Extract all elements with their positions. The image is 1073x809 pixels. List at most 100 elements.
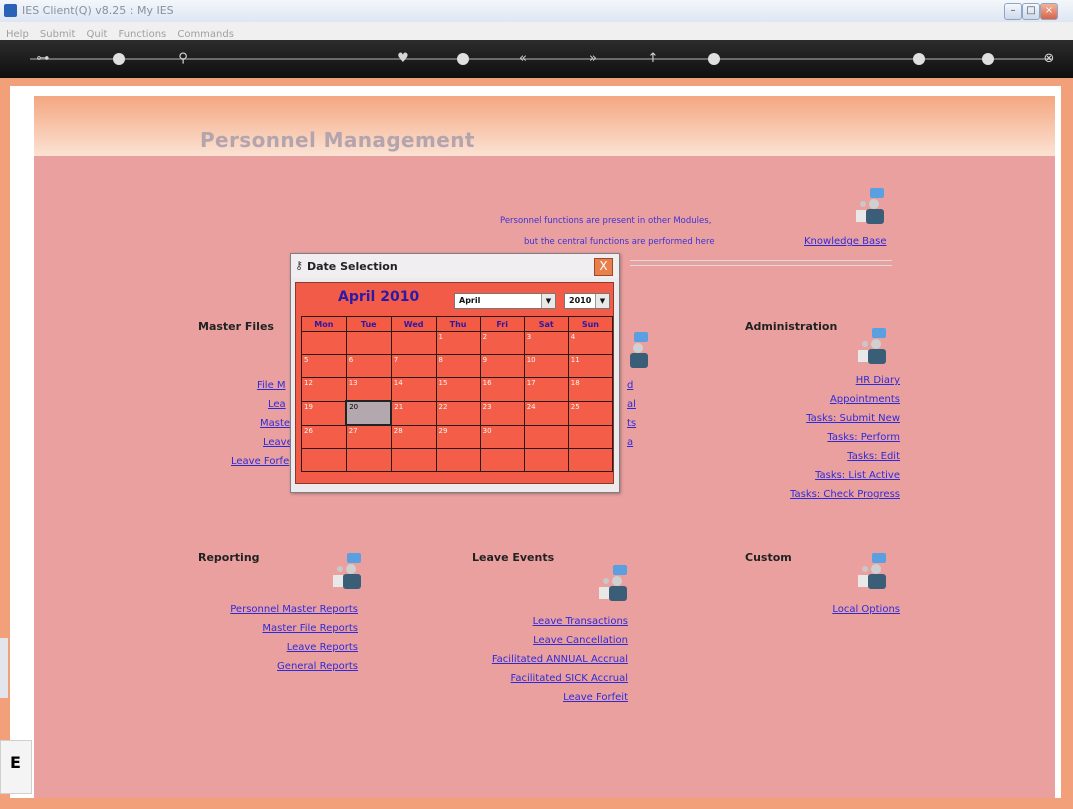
help-icon[interactable] [113, 53, 125, 65]
menu-commands[interactable]: Commands [177, 29, 234, 40]
refresh-icon[interactable] [457, 53, 469, 65]
calendar-day[interactable]: 1 [435, 331, 481, 355]
facilitated-annual-accrual-link[interactable]: Facilitated ANNUAL Accrual [492, 654, 628, 665]
calendar-day[interactable]: 28 [390, 424, 437, 449]
month-select[interactable]: April ▼ [454, 293, 556, 309]
calendar-day[interactable]: 10 [523, 354, 569, 378]
knowledge-base-link[interactable]: Knowledge Base [804, 236, 887, 247]
chevron-down-icon[interactable]: ▼ [541, 294, 555, 308]
leave-reports-link[interactable]: Leave Reports [287, 642, 358, 653]
calendar-day[interactable] [301, 448, 347, 472]
calendar-day[interactable]: 3 [523, 331, 569, 355]
calendar-day[interactable] [567, 448, 614, 472]
calendar-day[interactable]: 22 [435, 400, 481, 426]
tasks-list-active-link[interactable]: Tasks: List Active [815, 470, 900, 481]
exit-icon[interactable]: ⊗ [1036, 46, 1062, 72]
master-link-2[interactable]: Lea [268, 399, 286, 410]
calendar-day[interactable] [345, 331, 392, 355]
calendar-day[interactable]: 29 [435, 424, 481, 449]
tasks-perform-link[interactable]: Tasks: Perform [827, 432, 900, 443]
calendar-day[interactable] [345, 448, 392, 472]
cancel-icon[interactable] [913, 53, 925, 65]
calendar-day[interactable]: 9 [479, 354, 525, 378]
close-icon[interactable]: × [1040, 3, 1058, 20]
mid-link-1[interactable]: d [627, 380, 633, 391]
tasks-check-progress-link[interactable]: Tasks: Check Progress [790, 489, 900, 500]
calendar-day[interactable] [479, 448, 525, 472]
favorite-icon[interactable]: ♥ [390, 46, 416, 72]
calendar-day[interactable] [523, 448, 569, 472]
calendar-day[interactable]: 7 [390, 354, 437, 378]
calendar-day[interactable]: 27 [345, 424, 392, 449]
calendar-day[interactable] [567, 424, 614, 449]
local-options-link[interactable]: Local Options [832, 604, 900, 615]
side-tab[interactable]: E [0, 740, 32, 794]
chevron-down-icon[interactable]: ▼ [595, 294, 609, 308]
calendar-day[interactable]: 11 [567, 354, 614, 378]
calendar-day[interactable]: 12 [301, 377, 347, 402]
tasks-submit-new-link[interactable]: Tasks: Submit New [806, 413, 900, 424]
back-icon[interactable]: « [510, 46, 536, 72]
calendar-day[interactable]: 15 [435, 377, 481, 402]
calendar-day[interactable]: 26 [301, 424, 347, 449]
calendar-day[interactable]: 13 [345, 377, 392, 402]
maximize-icon[interactable]: □ [1022, 3, 1040, 20]
search-icon[interactable]: ⚲ [170, 46, 196, 72]
calendar-day[interactable]: 4 [567, 331, 614, 355]
calendar-day[interactable]: 24 [523, 400, 569, 426]
window-title: IES Client(Q) v8.25 : My IES [22, 4, 174, 17]
calendar-day[interactable] [523, 424, 569, 449]
master-link-4[interactable]: Leave [263, 437, 293, 448]
menu-submit[interactable]: Submit [40, 29, 75, 40]
menu-quit[interactable]: Quit [86, 29, 107, 40]
leave-cancellation-link[interactable]: Leave Cancellation [533, 635, 628, 646]
calendar-day[interactable]: 16 [479, 377, 525, 402]
dialog-titlebar[interactable]: ⚷ Date Selection X [291, 254, 619, 278]
calendar-day[interactable]: 21 [390, 400, 437, 426]
calendar-day[interactable]: 2 [479, 331, 525, 355]
mid-link-2[interactable]: al [627, 399, 636, 410]
year-select[interactable]: 2010 ▼ [564, 293, 610, 309]
menu-functions[interactable]: Functions [119, 29, 167, 40]
minimize-icon[interactable]: – [1004, 3, 1022, 20]
calendar-day[interactable]: 18 [567, 377, 614, 402]
calendar-day[interactable]: 30 [479, 424, 525, 449]
administration-heading: Administration [745, 320, 838, 333]
calendar-day[interactable] [390, 448, 437, 472]
calendar-day[interactable] [390, 331, 437, 355]
master-link-1[interactable]: File M [257, 380, 286, 391]
appointments-link[interactable]: Appointments [830, 394, 900, 405]
tasks-edit-link[interactable]: Tasks: Edit [847, 451, 900, 462]
forward-icon[interactable]: » [580, 46, 606, 72]
calendar-day[interactable]: 23 [479, 400, 525, 426]
calendar-month-title: April 2010 [338, 289, 420, 305]
calendar-day[interactable]: 6 [345, 354, 392, 378]
calendar-day[interactable] [301, 331, 347, 355]
mid-link-4[interactable]: a [627, 437, 633, 448]
general-reports-link[interactable]: General Reports [277, 661, 358, 672]
dialog-close-button[interactable]: X [594, 258, 613, 276]
menu-help[interactable]: Help [6, 29, 29, 40]
calendar-day[interactable]: 17 [523, 377, 569, 402]
confirm-icon[interactable] [982, 53, 994, 65]
calendar-day[interactable]: 25 [567, 400, 614, 426]
knowledge-base-icon[interactable] [854, 186, 888, 226]
facilitated-sick-accrual-link[interactable]: Facilitated SICK Accrual [511, 673, 628, 684]
pin-icon[interactable]: ↑ [640, 46, 666, 72]
leave-forfeit-link[interactable]: Leave Forfeit [563, 692, 628, 703]
calendar-day[interactable]: 8 [435, 354, 481, 378]
calendar-day[interactable] [435, 448, 481, 472]
master-link-5[interactable]: Leave Forfe [231, 456, 289, 467]
leave-transactions-link[interactable]: Leave Transactions [533, 616, 628, 627]
master-file-reports-link[interactable]: Master File Reports [262, 623, 358, 634]
master-link-3[interactable]: Maste [260, 418, 290, 429]
calendar-day[interactable]: 5 [301, 354, 347, 378]
calendar-day-selected[interactable]: 20 [345, 400, 393, 426]
calendar-day[interactable]: 19 [301, 400, 347, 426]
mid-link-3[interactable]: ts [627, 418, 636, 429]
hr-diary-link[interactable]: HR Diary [856, 375, 900, 386]
record-icon[interactable] [708, 53, 720, 65]
personnel-master-reports-link[interactable]: Personnel Master Reports [230, 604, 358, 615]
calendar-day[interactable]: 14 [390, 377, 437, 402]
key-icon[interactable]: ⊶ [30, 46, 56, 72]
